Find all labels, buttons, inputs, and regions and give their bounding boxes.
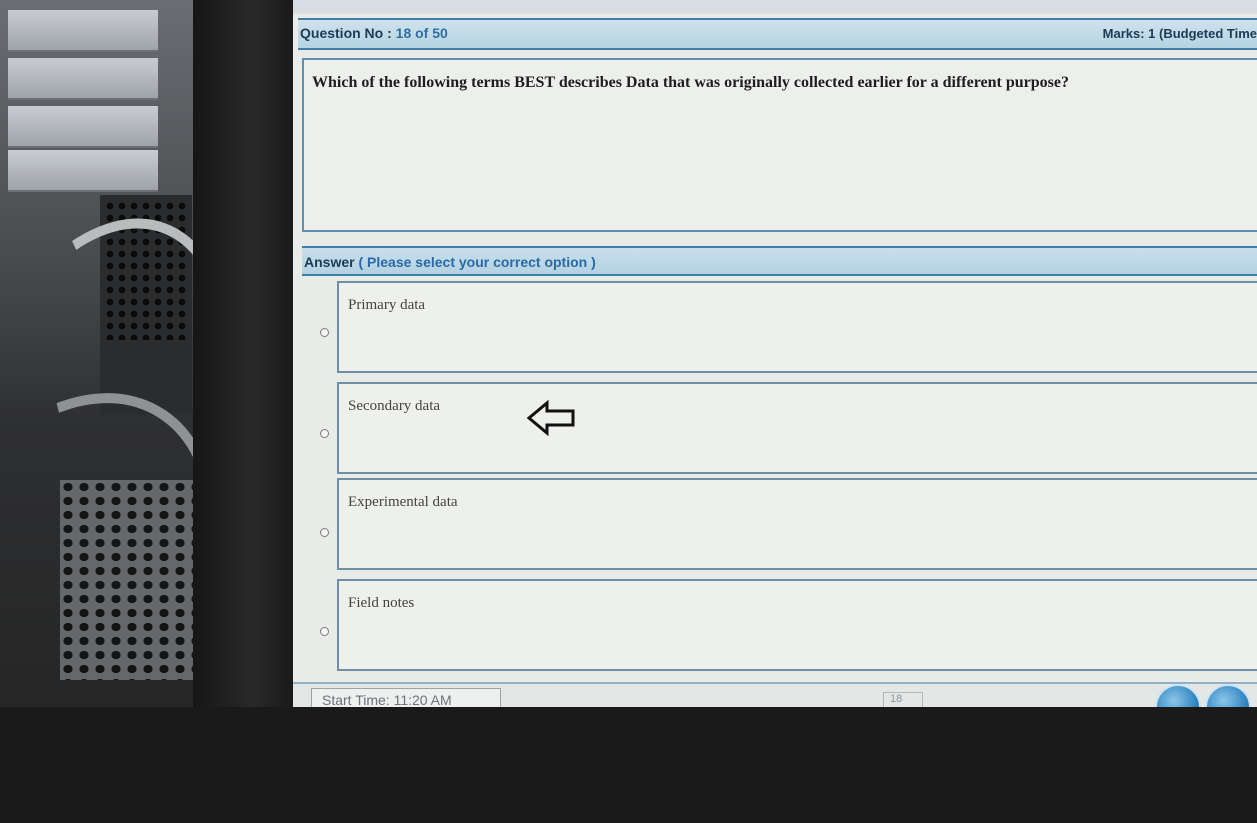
answer-label: Answer: [304, 254, 355, 270]
start-time: Start Time: 11:20 AM: [311, 688, 501, 707]
background-pc-tower: [0, 0, 288, 823]
option-radio-3[interactable]: [320, 528, 329, 537]
monitor-bezel: [193, 0, 293, 707]
marks-label: Marks: 1 (Budgeted Time: [1102, 26, 1257, 41]
question-count: 18 of 50: [395, 25, 448, 41]
next-button[interactable]: [1205, 684, 1251, 707]
option-label: Experimental data: [348, 494, 458, 510]
question-label: Question No :: [300, 25, 392, 41]
answer-title: Answer ( Please select your correct opti…: [304, 254, 596, 270]
option-label: Secondary data: [348, 398, 441, 414]
question-box: Which of the following terms BEST descri…: [302, 58, 1257, 232]
question-number: Question No : 18 of 50: [300, 25, 448, 41]
option-radio-2[interactable]: [320, 429, 329, 438]
drive-bay: [8, 150, 158, 192]
option-radio-4[interactable]: [320, 627, 329, 636]
option-3[interactable]: Experimental data: [337, 478, 1257, 570]
drive-bay: [8, 58, 158, 100]
page-number-field[interactable]: 18: [883, 692, 923, 707]
question-text: Which of the following terms BEST descri…: [312, 74, 1069, 91]
option-label: Field notes: [348, 595, 415, 611]
drive-bay: [8, 106, 158, 148]
footer-bar: Start Time: 11:20 AM 18: [293, 682, 1257, 707]
answer-header: Answer ( Please select your correct opti…: [302, 246, 1257, 276]
left-arrow-icon: [526, 399, 575, 437]
option-1[interactable]: Primary data: [337, 281, 1257, 373]
option-4[interactable]: Field notes: [337, 579, 1257, 671]
question-header: Question No : 18 of 50 Marks: 1 (Budgete…: [298, 18, 1257, 50]
drive-bay: [8, 10, 158, 52]
answer-hint: ( Please select your correct option ): [358, 254, 596, 270]
option-radio-1[interactable]: [320, 328, 329, 337]
top-strip: [293, 0, 1257, 14]
option-2[interactable]: Secondary data: [337, 382, 1257, 474]
option-label: Primary data: [348, 297, 426, 313]
info-button[interactable]: [1155, 684, 1201, 707]
exam-screen: Question No : 18 of 50 Marks: 1 (Budgete…: [293, 0, 1257, 707]
